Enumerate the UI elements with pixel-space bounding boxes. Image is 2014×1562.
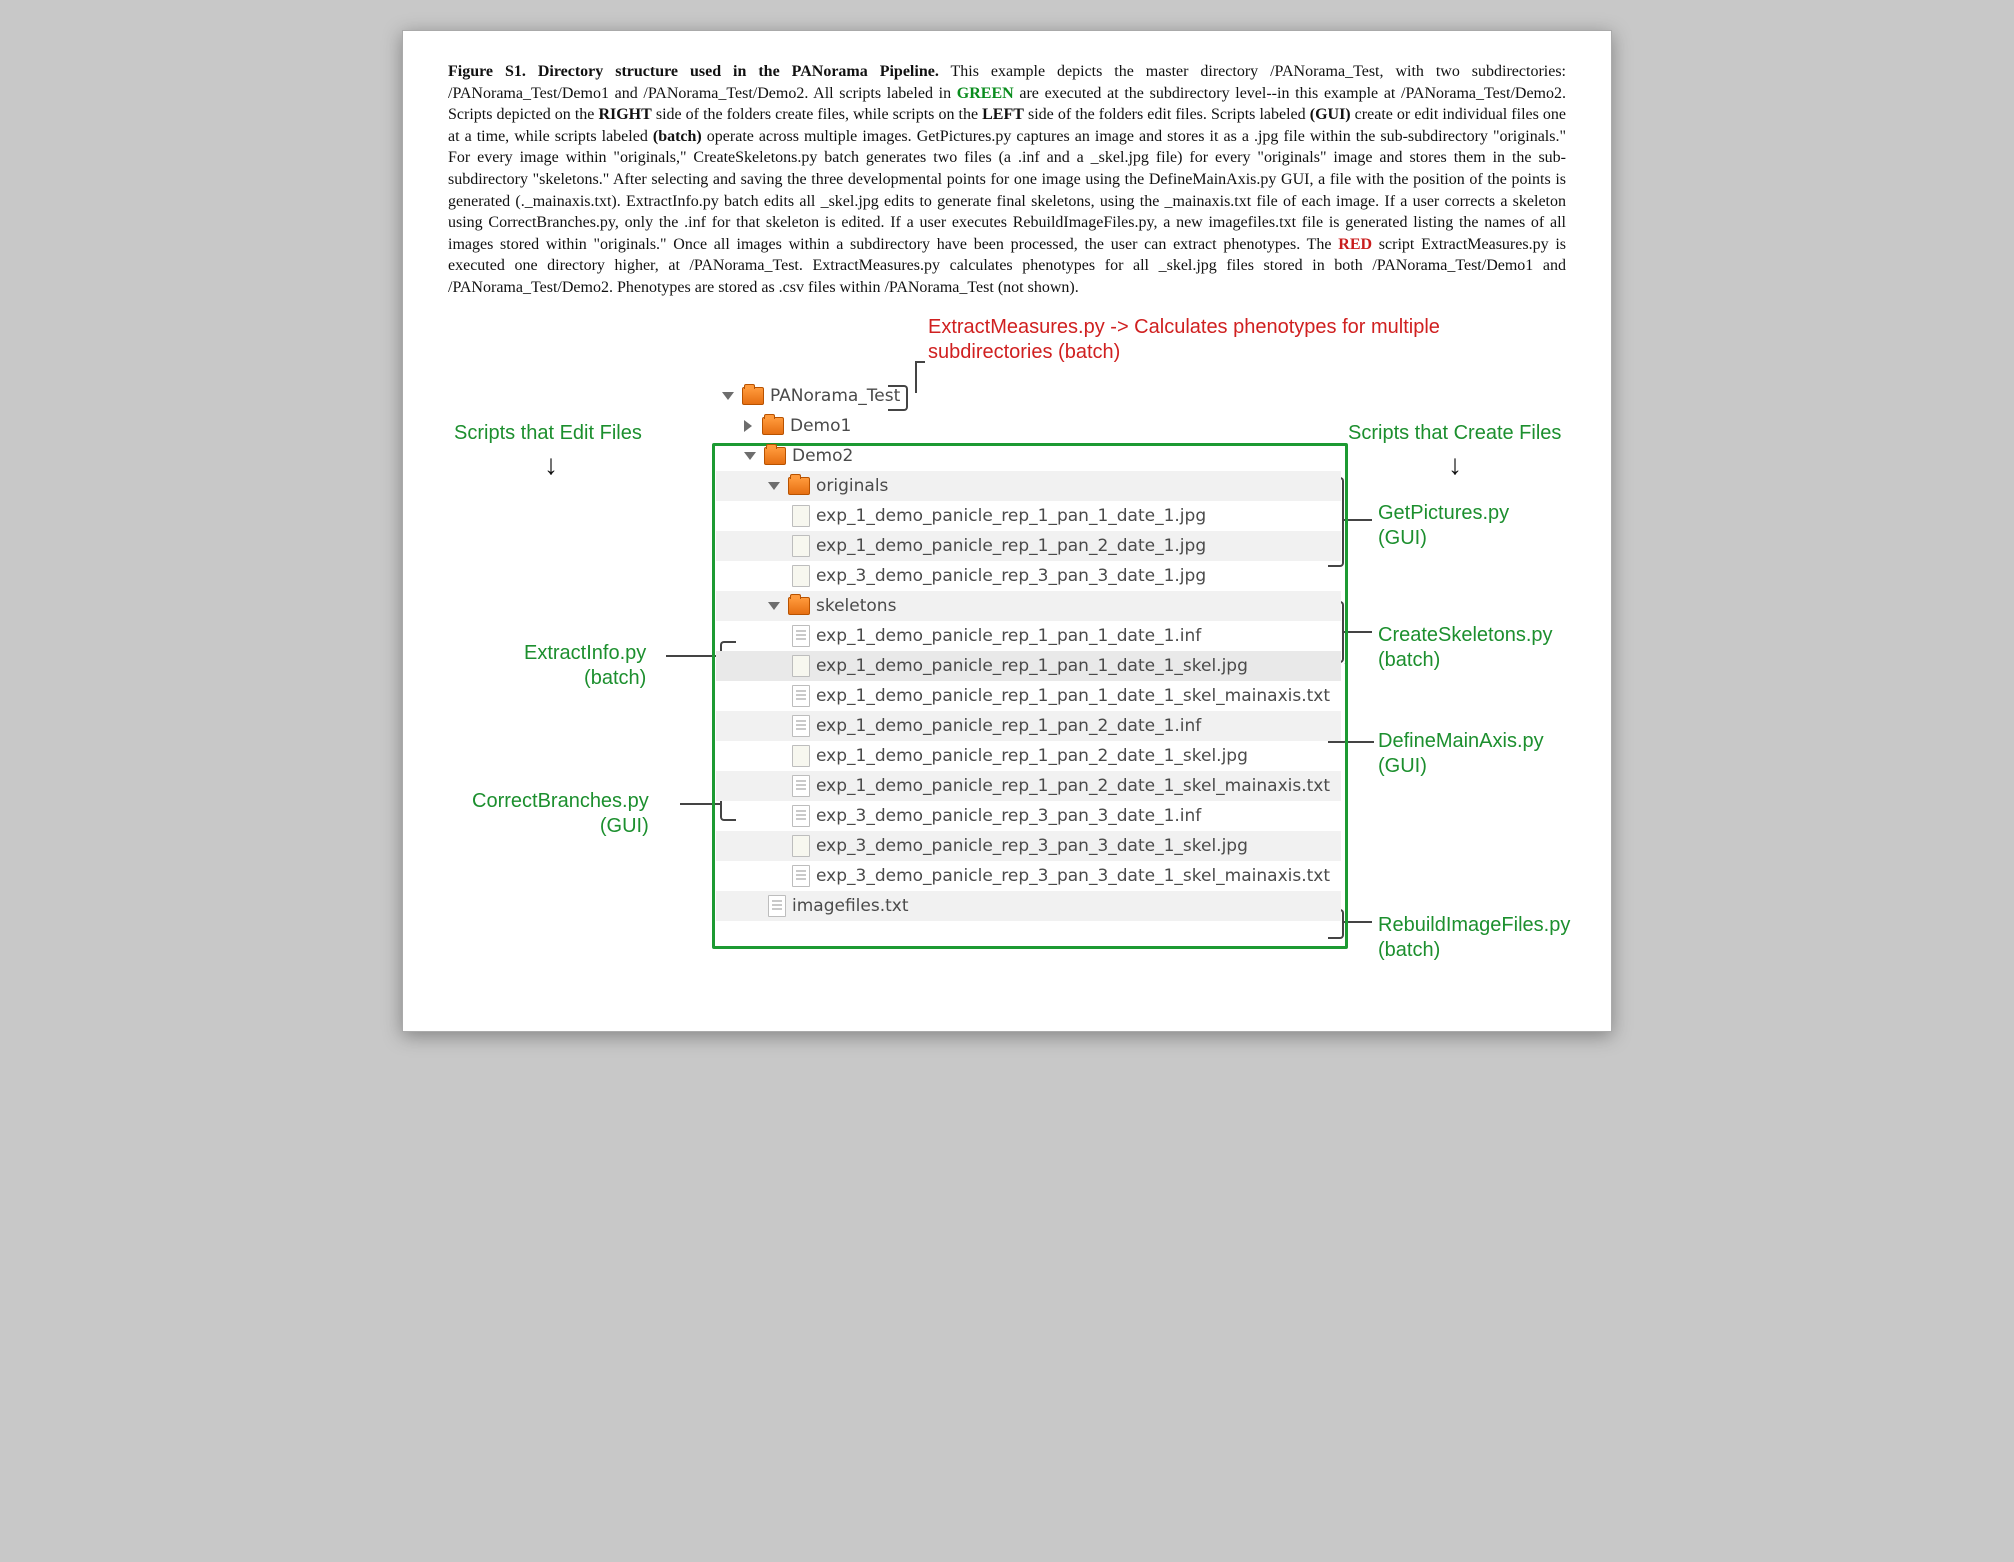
- jpg-file-icon: [792, 655, 810, 677]
- file-name: exp_1_demo_panicle_rep_1_pan_2_date_1_sk…: [816, 746, 1248, 766]
- file-name: exp_1_demo_panicle_rep_1_pan_1_date_1_sk…: [816, 686, 1330, 706]
- figure-caption: Figure S1. Directory structure used in t…: [448, 61, 1566, 299]
- file-name: exp_1_demo_panicle_rep_1_pan_1_date_1.in…: [816, 626, 1201, 646]
- caption-text-3: side of the folders create files, while …: [652, 106, 982, 123]
- connector: [1342, 631, 1372, 633]
- label-correct-branches: CorrectBranches.py (GUI): [472, 789, 649, 839]
- tree-row-originals[interactable]: originals: [716, 471, 1341, 501]
- connector: [1342, 921, 1372, 923]
- tree-row-file[interactable]: exp_1_demo_panicle_rep_1_pan_1_date_1.in…: [716, 621, 1341, 651]
- file-name: exp_3_demo_panicle_rep_3_pan_3_date_1.in…: [816, 806, 1201, 826]
- caption-batch-word: (batch): [653, 128, 702, 145]
- file-name: exp_1_demo_panicle_rep_1_pan_2_date_1.in…: [816, 716, 1201, 736]
- folder-name: Demo2: [792, 446, 853, 466]
- folder-icon: [764, 447, 786, 465]
- connector: [680, 803, 720, 805]
- label-create-skeletons: CreateSkeletons.py (batch): [1378, 623, 1553, 673]
- caption-lead: Figure S1. Directory structure used in t…: [448, 63, 939, 80]
- txt-file-icon: [792, 775, 810, 797]
- tree-row-file[interactable]: exp_1_demo_panicle_rep_1_pan_1_date_1.jp…: [716, 501, 1341, 531]
- disclosure-closed-icon[interactable]: [744, 420, 752, 432]
- label-create-files: Scripts that Create Files: [1348, 421, 1561, 446]
- arrow-down-icon: ↓: [544, 449, 558, 481]
- disclosure-open-icon[interactable]: [722, 392, 734, 400]
- file-name: exp_1_demo_panicle_rep_1_pan_1_date_1.jp…: [816, 506, 1206, 526]
- tree-row-file[interactable]: exp_1_demo_panicle_rep_1_pan_2_date_1_sk…: [716, 771, 1341, 801]
- disclosure-open-icon[interactable]: [768, 602, 780, 610]
- file-name: exp_3_demo_panicle_rep_3_pan_3_date_1.jp…: [816, 566, 1206, 586]
- file-name: exp_3_demo_panicle_rep_3_pan_3_date_1_sk…: [816, 866, 1330, 886]
- caption-right-word: RIGHT: [598, 106, 651, 123]
- disclosure-open-icon[interactable]: [744, 452, 756, 460]
- caption-left-word: LEFT: [982, 106, 1024, 123]
- caption-green-word: GREEN: [957, 85, 1014, 102]
- tree-row-imagefiles[interactable]: imagefiles.txt: [716, 891, 1341, 921]
- connector: [1342, 519, 1372, 521]
- tree-row-demo1[interactable]: Demo1: [716, 411, 1341, 441]
- txt-file-icon: [792, 865, 810, 887]
- folder-name: PANorama_Test: [770, 386, 900, 406]
- jpg-file-icon: [792, 535, 810, 557]
- file-name: imagefiles.txt: [792, 896, 909, 916]
- connector: [915, 361, 925, 363]
- tree-row-file[interactable]: exp_1_demo_panicle_rep_1_pan_1_date_1_sk…: [716, 681, 1341, 711]
- txt-file-icon: [768, 895, 786, 917]
- txt-file-icon: [792, 685, 810, 707]
- tree-row-skeletons[interactable]: skeletons: [716, 591, 1341, 621]
- inf-file-icon: [792, 625, 810, 647]
- file-name: exp_3_demo_panicle_rep_3_pan_3_date_1_sk…: [816, 836, 1248, 856]
- file-tree: PANorama_Test Demo1 Demo2 originals: [716, 381, 1341, 921]
- caption-text-4: side of the folders edit files. Scripts …: [1024, 106, 1310, 123]
- label-rebuild-image-files: RebuildImageFiles.py (batch): [1378, 913, 1570, 963]
- directory-diagram: ExtractMeasures.py -> Calculates phenoty…: [448, 321, 1566, 991]
- caption-text-6: operate across multiple images. GetPictu…: [448, 128, 1566, 253]
- connector: [666, 655, 720, 657]
- tree-row-file[interactable]: exp_3_demo_panicle_rep_3_pan_3_date_1.jp…: [716, 561, 1341, 591]
- figure-page: Figure S1. Directory structure used in t…: [402, 30, 1612, 1032]
- label-extract-measures: ExtractMeasures.py -> Calculates phenoty…: [928, 315, 1488, 365]
- tree-row-file[interactable]: exp_1_demo_panicle_rep_1_pan_2_date_1.jp…: [716, 531, 1341, 561]
- jpg-file-icon: [792, 835, 810, 857]
- label-edit-files: Scripts that Edit Files: [454, 421, 642, 446]
- label-get-pictures: GetPictures.py (GUI): [1378, 501, 1509, 551]
- jpg-file-icon: [792, 565, 810, 587]
- folder-icon: [762, 417, 784, 435]
- tree-row-demo2[interactable]: Demo2: [716, 441, 1341, 471]
- label-define-main-axis: DefineMainAxis.py (GUI): [1378, 729, 1544, 779]
- tree-row-file[interactable]: exp_3_demo_panicle_rep_3_pan_3_date_1.in…: [716, 801, 1341, 831]
- folder-name: Demo1: [790, 416, 851, 436]
- label-extract-info: ExtractInfo.py (batch): [524, 641, 646, 691]
- folder-name: skeletons: [816, 596, 896, 616]
- connector: [1346, 741, 1374, 743]
- folder-icon: [788, 597, 810, 615]
- folder-icon: [788, 477, 810, 495]
- inf-file-icon: [792, 805, 810, 827]
- file-name: exp_1_demo_panicle_rep_1_pan_1_date_1_sk…: [816, 656, 1248, 676]
- disclosure-open-icon[interactable]: [768, 482, 780, 490]
- tree-row-file[interactable]: exp_3_demo_panicle_rep_3_pan_3_date_1_sk…: [716, 861, 1341, 891]
- file-name: exp_1_demo_panicle_rep_1_pan_2_date_1_sk…: [816, 776, 1330, 796]
- caption-red-word: RED: [1338, 236, 1372, 253]
- tree-row-root[interactable]: PANorama_Test: [716, 381, 1341, 411]
- tree-row-file[interactable]: exp_1_demo_panicle_rep_1_pan_2_date_1_sk…: [716, 741, 1341, 771]
- tree-row-file[interactable]: exp_1_demo_panicle_rep_1_pan_1_date_1_sk…: [716, 651, 1341, 681]
- caption-gui-word: (GUI): [1310, 106, 1351, 123]
- file-name: exp_1_demo_panicle_rep_1_pan_2_date_1.jp…: [816, 536, 1206, 556]
- jpg-file-icon: [792, 505, 810, 527]
- tree-row-file[interactable]: exp_3_demo_panicle_rep_3_pan_3_date_1_sk…: [716, 831, 1341, 861]
- jpg-file-icon: [792, 745, 810, 767]
- inf-file-icon: [792, 715, 810, 737]
- tree-row-file[interactable]: exp_1_demo_panicle_rep_1_pan_2_date_1.in…: [716, 711, 1341, 741]
- folder-icon: [742, 387, 764, 405]
- arrow-down-icon: ↓: [1448, 449, 1462, 481]
- folder-name: originals: [816, 476, 888, 496]
